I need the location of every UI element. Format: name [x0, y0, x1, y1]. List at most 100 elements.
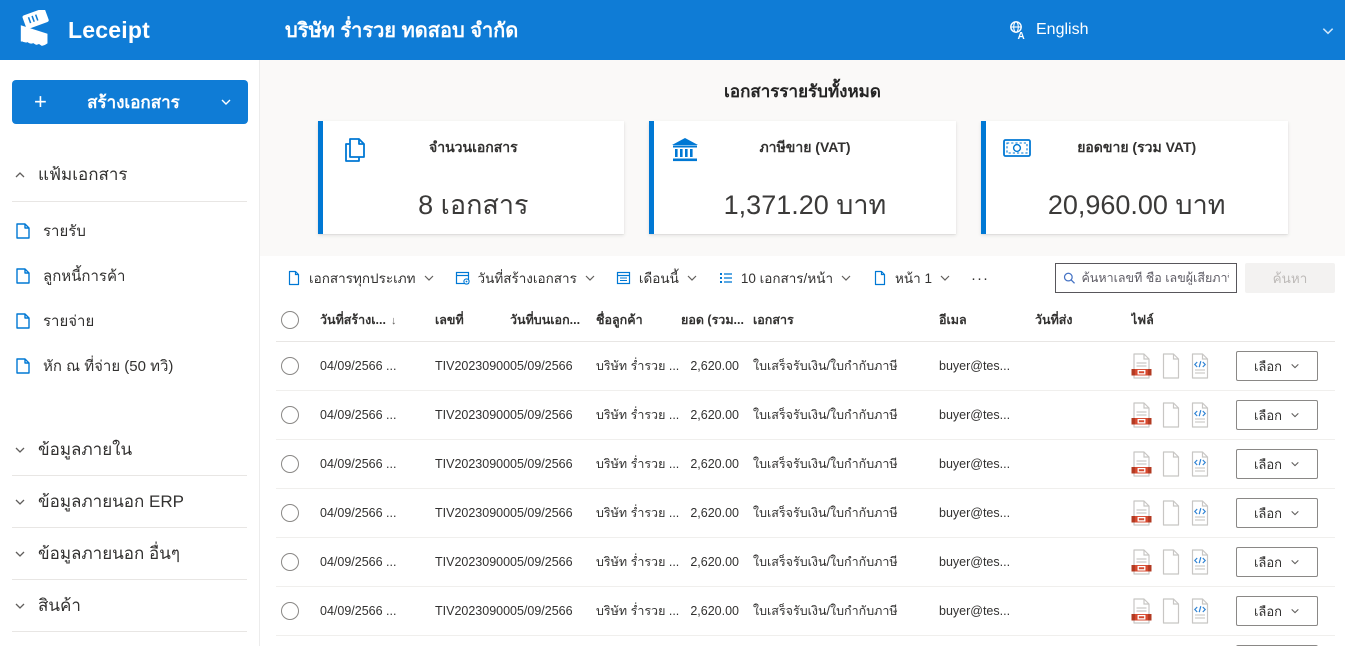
search-input[interactable] [1081, 271, 1229, 285]
sidebar-section[interactable]: ข้อมูลภายนอก ERP [12, 476, 247, 528]
column-header-sent-date[interactable]: วันที่ส่ง [1035, 310, 1131, 330]
app-name: Leceipt [68, 16, 150, 43]
column-header-number[interactable]: เลขที่ [435, 310, 510, 330]
filter-label: วันที่สร้างเอกสาร [477, 271, 577, 286]
column-header-email[interactable]: อีเมล [939, 310, 1035, 330]
xml-file-icon[interactable] [1190, 451, 1210, 477]
chevron-down-icon [1291, 559, 1299, 565]
row-select-radio[interactable] [281, 455, 299, 473]
column-header-files[interactable]: ไฟล์ [1131, 310, 1236, 330]
document-number-cell: TIV20230900 [435, 359, 510, 373]
page-title: เอกสารรายรับทั้งหมด [724, 82, 881, 101]
summary-cards: จำนวนเอกสาร 8 เอกสาร ภาษีขาย (VAT) 1,371… [317, 121, 1288, 234]
page-icon [874, 270, 886, 286]
xml-file-icon[interactable] [1190, 549, 1210, 575]
document-file-icon[interactable] [1161, 353, 1181, 379]
app-logo[interactable]: Leceipt [0, 10, 260, 50]
column-header-customer[interactable]: ชื่อลูกค้า [596, 310, 681, 330]
filter-document-type[interactable]: เอกสารทุกประเภท [276, 261, 445, 295]
customer-cell: บริษัท ร่ำรวย ... [596, 604, 680, 618]
column-header-doc-date[interactable]: วันที่บนเอก... [510, 310, 596, 330]
xml-file-icon[interactable] [1190, 598, 1210, 624]
card-value: 20,960.00 บาท [1047, 190, 1226, 220]
row-select-radio[interactable] [281, 406, 299, 424]
chevron-down-icon [221, 99, 231, 105]
chevron-down-icon [1291, 461, 1299, 467]
topbar-chevron-down-icon[interactable] [1321, 24, 1335, 38]
search-box[interactable] [1055, 263, 1237, 293]
sidebar-section[interactable]: สินค้า [12, 580, 247, 632]
choose-action-button[interactable]: เลือก [1236, 547, 1318, 577]
sidebar-folder-item[interactable]: ลูกหนี้การค้า [12, 253, 247, 298]
document-number-cell: TIV20230900 [435, 506, 510, 520]
email-cell: buyer@tes... [939, 506, 1011, 520]
document-file-icon[interactable] [1161, 402, 1181, 428]
filter-page[interactable]: หน้า 1 [862, 261, 961, 295]
create-document-button[interactable]: + สร้างเอกสาร [12, 80, 248, 124]
calendar-settings-icon [455, 271, 470, 285]
more-commands-button[interactable]: ··· [961, 270, 999, 287]
chevron-up-icon [15, 171, 25, 177]
document-date-cell: 05/09/2566 [510, 555, 573, 569]
xml-file-icon[interactable] [1190, 353, 1210, 379]
sidebar-section[interactable]: ข้อมูลภายนอก อื่นๆ [12, 528, 247, 580]
chevron-down-icon [1291, 363, 1299, 369]
document-page-icon [16, 357, 30, 374]
row-select-radio[interactable] [281, 504, 299, 522]
xml-file-icon[interactable] [1190, 500, 1210, 526]
pdf-file-icon[interactable] [1131, 451, 1152, 477]
document-date-cell: 05/09/2566 [510, 408, 573, 422]
choose-action-button[interactable]: เลือก [1236, 596, 1318, 626]
table-header-row: วันที่สร้างเ... ↓ เลขที่ วันที่บนเอก... ช… [276, 298, 1335, 342]
document-file-icon[interactable] [1161, 598, 1181, 624]
sort-descending-icon: ↓ [390, 314, 397, 327]
column-header-amount[interactable]: ยอด (รวม... [681, 310, 753, 330]
choose-action-button[interactable]: เลือก [1236, 400, 1318, 430]
pdf-file-icon[interactable] [1131, 598, 1152, 624]
chevron-down-icon [1291, 608, 1299, 614]
sidebar-section[interactable]: ข้อมูลภายใน [12, 424, 247, 476]
chevron-down-icon [940, 275, 950, 281]
language-selector[interactable]: A English [1008, 0, 1088, 60]
choose-action-button[interactable]: เลือก [1236, 351, 1318, 381]
created-date-cell: 04/09/2566 ... [320, 408, 397, 422]
filter-period[interactable]: เดือนนี้ [606, 261, 708, 295]
search-button[interactable]: ค้นหา [1245, 263, 1335, 293]
document-file-icon[interactable] [1161, 500, 1181, 526]
pdf-file-icon[interactable] [1131, 353, 1152, 379]
email-cell: buyer@tes... [939, 408, 1011, 422]
choose-label: เลือก [1253, 554, 1283, 570]
pdf-file-icon[interactable] [1131, 500, 1152, 526]
filter-label: หน้า 1 [895, 271, 932, 286]
sidebar-section-folders[interactable]: แฟ้มเอกสาร [12, 148, 247, 202]
customer-cell: บริษัท ร่ำรวย ... [596, 457, 680, 471]
row-select-radio[interactable] [281, 357, 299, 375]
xml-file-icon[interactable] [1190, 402, 1210, 428]
sidebar-folder-item[interactable]: รายจ่าย [12, 298, 247, 343]
card-sales-total: ยอดขาย (รวม VAT) 20,960.00 บาท [980, 121, 1288, 234]
choose-action-button[interactable]: เลือก [1236, 498, 1318, 528]
table-row: 04/09/2566 ... TIV20230900 05/09/2566 บร… [276, 342, 1335, 391]
filter-date-field[interactable]: วันที่สร้างเอกสาร [445, 261, 606, 295]
select-all-radio[interactable] [281, 310, 299, 329]
main-content: เอกสารรายรับทั้งหมด จำนวนเอกสาร 8 เอกสาร [260, 60, 1345, 646]
pdf-file-icon[interactable] [1131, 549, 1152, 575]
sidebar-folder-item[interactable]: รายรับ [12, 208, 247, 253]
sidebar-section[interactable]: รายงาน [12, 632, 247, 646]
pdf-file-icon[interactable] [1131, 402, 1152, 428]
sidebar-item-label: รายจ่าย [43, 312, 95, 330]
row-select-radio[interactable] [281, 602, 299, 620]
chevron-down-icon [424, 275, 433, 281]
sidebar-folder-item[interactable]: หัก ณ ที่จ่าย (50 ทวิ) [12, 343, 247, 388]
bank-icon [672, 138, 699, 162]
email-cell: buyer@tes... [939, 604, 1011, 618]
document-file-icon[interactable] [1161, 451, 1181, 477]
amount-cell: 2,620.00 [690, 506, 739, 520]
row-select-radio[interactable] [281, 553, 299, 571]
choose-action-button[interactable]: เลือก [1236, 449, 1318, 479]
document-file-icon[interactable] [1161, 549, 1181, 575]
column-header-created[interactable]: วันที่สร้างเ... ↓ [320, 310, 435, 330]
filter-label: เดือนนี้ [638, 271, 679, 286]
filter-page-size[interactable]: 10 เอกสาร/หน้า [708, 261, 862, 295]
column-header-document[interactable]: เอกสาร [753, 310, 939, 330]
